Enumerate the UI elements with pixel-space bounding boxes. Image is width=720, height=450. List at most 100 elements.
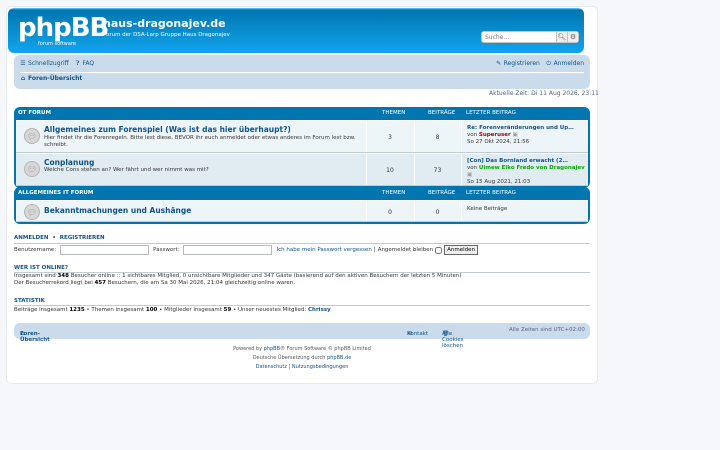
breadcrumb-home[interactable]: ⌂ Foren-Übersicht (20, 75, 82, 82)
col-posts: BEITRÄGE (428, 110, 456, 116)
stats-newest-label: Unser neuestes Mitglied: (238, 307, 307, 313)
online-line2-pre: Der Besucherrekord liegt bei (14, 280, 93, 287)
phpbb-logo[interactable]: phpBB forum software (14, 13, 109, 49)
username-label: Benutzername: (14, 247, 57, 253)
login-form: Benutzername: Passwort: Ich habe mein Pa… (14, 244, 590, 256)
search-input[interactable] (482, 32, 556, 42)
terms-link[interactable]: Nutzungsbedingungen (292, 364, 349, 370)
online-info: Insgesamt sind 348 Besucher online :: 1 … (14, 273, 462, 287)
login-link[interactable]: ⏻ Anmelden (546, 60, 584, 67)
forum-title[interactable]: Bekanntmachungen und Aushänge (44, 206, 191, 215)
home-icon: ⌂ (20, 75, 26, 82)
record-count: 457 (94, 280, 106, 287)
last-post-title[interactable]: [Con] Das Bornland erwacht (2… (467, 158, 568, 164)
category-title[interactable]: OT FORUM (18, 110, 51, 116)
translation-credit: Deutsche Übersetzung durch phpBB.de (14, 355, 590, 361)
register-label: Registrieren (503, 60, 540, 67)
view-latest-post-icon[interactable]: ▣ (513, 132, 518, 138)
quick-links-label: Schnellzugriff (28, 60, 69, 67)
col-divider (461, 121, 462, 152)
powered-pre: Powered by (233, 346, 263, 352)
register-heading-link[interactable]: REGISTRIEREN (60, 235, 105, 241)
last-post-date: So 15 Aug 2021, 21:03 (467, 179, 531, 185)
menu-icon: ☰ (20, 60, 26, 67)
forum-read-icon: 💬︎ (24, 128, 40, 144)
password-field[interactable] (183, 245, 273, 255)
last-post-by: von (467, 165, 478, 171)
remember-checkbox[interactable] (435, 246, 443, 254)
site-description: Forum der DSA-Larp Gruppe Haus Dragonaje… (103, 32, 230, 38)
login-label: Anmelden (553, 60, 584, 67)
divider (14, 305, 590, 306)
site-header: phpBB forum software haus-dragonajev.de … (8, 8, 584, 53)
login-submit-button[interactable]: Anmelden (444, 245, 479, 255)
translation-pre: Deutsche Übersetzung durch (252, 355, 326, 361)
col-posts: BEITRÄGE (428, 190, 456, 196)
question-icon: ❓︎ (75, 60, 80, 67)
advanced-search-button[interactable]: ⚙ (567, 32, 578, 42)
privacy-link[interactable]: Datenschutz (256, 364, 287, 370)
username-field[interactable] (60, 245, 150, 255)
topics-count: 3 (388, 134, 392, 141)
forum-title[interactable]: Allgemeines zum Forenspiel (Was ist das … (44, 125, 291, 134)
last-post-date: So 27 Okt 2024, 21:56 (467, 139, 530, 145)
stats-title: STATISTIK (14, 298, 45, 304)
category-header: OT FORUM THEMEN BEITRÄGE LETZTER BEITRAG (16, 107, 588, 120)
contact-label: Kontakt (407, 331, 429, 337)
stats-topics-label: Themen insgesamt (91, 307, 145, 313)
col-last-post: LETZTER BEITRAG (466, 190, 516, 196)
register-link[interactable]: ✎ Registrieren (496, 60, 540, 67)
last-post-user[interactable]: Superuser (479, 132, 511, 138)
remember-label: Angemeldet bleiben (377, 247, 434, 253)
forum-title[interactable]: Conplanung (44, 158, 94, 167)
category-allgemeines-it-forum: ALLGEMEINES IT FORUM THEMEN BEITRÄGE LET… (14, 187, 590, 224)
forum-description: Hier findet ihr die Forenregeln. Bitte l… (44, 135, 356, 148)
quick-links-menu[interactable]: ☰ Schnellzugriff (20, 60, 69, 67)
faq-link[interactable]: ❓︎ FAQ (75, 60, 94, 67)
legal-links: Datenschutz | Nutzungsbedingungen (255, 364, 349, 370)
phpbb-de-link[interactable]: phpBB.de (327, 355, 351, 361)
last-post-title[interactable]: Re: Forenveränderungen und Up… (467, 125, 574, 131)
col-divider (461, 154, 462, 185)
posts-count: 8 (435, 134, 440, 141)
online-line1-post: Besucher online :: 1 sichtbares Mitglied… (70, 273, 462, 279)
search-icon: 🔍︎ (557, 33, 567, 41)
footer-nav: ⌂ Foren-Übersicht ✉ Kontakt 🗑︎ Alle Cookies… (14, 323, 590, 349)
login-heading-link[interactable]: ANMELDEN (14, 235, 49, 241)
topics-count: 10 (386, 167, 394, 174)
powered-by: Powered by phpBB® Forum Software © phpBB… (14, 346, 590, 352)
forum-row: 💬︎ Allgemeines zum Forenspiel (Was ist d… (16, 120, 588, 153)
topics-count: 0 (388, 209, 392, 216)
forum-row: 💬︎ Conplanung Welche Cons stehen an? Wer… (16, 153, 588, 186)
category-ot-forum: OT FORUM THEMEN BEITRÄGE LETZTER BEITRAG… (14, 107, 590, 188)
last-post-by: von (467, 132, 478, 138)
posts-count: 73 (433, 167, 442, 174)
pencil-icon: ✎ (496, 60, 502, 67)
col-divider (461, 201, 462, 221)
last-post-user[interactable]: Ulmew Elko Fredo von Dragonajev (479, 165, 585, 171)
forum-read-icon: 💬︎ (24, 204, 40, 220)
forum-description: Welche Cons stehen an? Wer fährt und wer… (44, 167, 209, 173)
online-line2-post: Besuchern, die am Sa 30 Mai 2026, 21:04 … (107, 280, 296, 287)
stats-posts-label: Beiträge insgesamt (14, 307, 68, 313)
online-title[interactable]: WER IST ONLINE? (14, 265, 68, 271)
search-button[interactable]: 🔍︎ (556, 32, 567, 42)
newest-member-link[interactable]: Chrissy (308, 307, 331, 313)
gear-icon: ⚙ (569, 33, 577, 41)
stats-info: Beiträge insgesamt 1235 • Themen insgesa… (14, 307, 331, 313)
posts-count: 0 (435, 209, 440, 216)
view-latest-post-icon[interactable]: ▣ (467, 172, 472, 178)
phpbb-link[interactable]: phpBB (264, 346, 280, 352)
online-count: 348 (57, 273, 69, 279)
power-icon: ⏻ (546, 60, 551, 67)
powered-post: ® Forum Software © phpBB Limited (280, 346, 371, 352)
last-post: [Con] Das Bornland erwacht (2… von Ulmew… (467, 158, 585, 186)
logo-subtext: forum software (38, 41, 76, 47)
forgot-password-link[interactable]: Ich habe mein Passwort vergessen (276, 247, 371, 253)
footer-breadcrumb-label: Foren-Übersicht (20, 331, 50, 343)
category-title[interactable]: ALLGEMEINES IT FORUM (18, 190, 93, 196)
nav-divider (20, 72, 584, 73)
stats-members: 59 (223, 307, 232, 313)
col-last-post: LETZTER BEITRAG (466, 110, 516, 116)
forum-row: 💬︎ Bekanntmachungen und Aushänge 0 0 Kei… (16, 200, 588, 222)
